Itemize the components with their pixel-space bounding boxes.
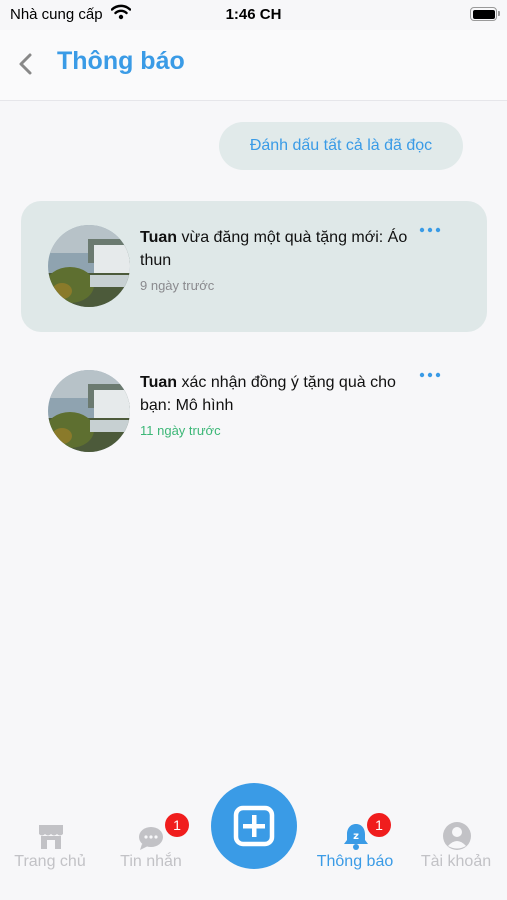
notification-item[interactable]: Tuan vừa đăng một quà tặng mới: Áo thun … [21,201,487,332]
more-icon[interactable] [418,222,442,233]
notification-item[interactable]: Tuan xác nhận đồng ý tặng quà cho bạn: M… [21,346,487,477]
avatar [48,370,130,452]
battery-icon [470,7,500,21]
svg-text:z: z [353,831,359,842]
mark-all-read-button[interactable]: Đánh dấu tất cả là đã đọc [219,122,463,170]
notification-text: Tuan vừa đăng một quà tặng mới: Áo thun [140,226,430,272]
tab-label: Thông báo [316,853,394,870]
notification-time: 9 ngày trước [140,278,215,293]
tab-account[interactable]: Tài khoản [406,815,506,900]
notification-user: Tuan [140,374,178,391]
plus-icon [233,805,275,847]
notification-time: 11 ngày trước [140,423,221,438]
add-button[interactable] [211,783,297,869]
more-icon[interactable] [418,367,442,378]
store-icon [36,821,66,851]
user-icon [442,821,472,851]
status-bar: Nhà cung cấp 1:46 CH [0,0,507,30]
tab-label: Trang chủ [14,853,86,870]
unread-badge: 1 [367,813,391,837]
status-time: 1:46 CH [225,6,282,23]
tab-messages[interactable]: Tin nhắn 1 [101,813,201,900]
page-title: Thông báo [57,47,185,75]
avatar [48,225,130,307]
notification-user: Tuan [140,229,178,246]
nav-header: Thông báo [0,30,507,101]
tab-label: Tài khoản [420,853,492,870]
back-icon[interactable] [16,52,36,76]
chat-icon [137,821,167,851]
tab-label: Tin nhắn [120,853,182,870]
tab-home[interactable]: Trang chủ [0,815,100,900]
tab-notifications[interactable]: z Thông báo 1 [305,813,405,900]
notification-message: vừa đăng một quà tặng mới: Áo thun [140,229,408,269]
notification-message: xác nhận đồng ý tặng quà cho bạn: Mô hìn… [140,374,396,414]
unread-badge: 1 [165,813,189,837]
notification-text: Tuan xác nhận đồng ý tặng quà cho bạn: M… [140,371,430,417]
